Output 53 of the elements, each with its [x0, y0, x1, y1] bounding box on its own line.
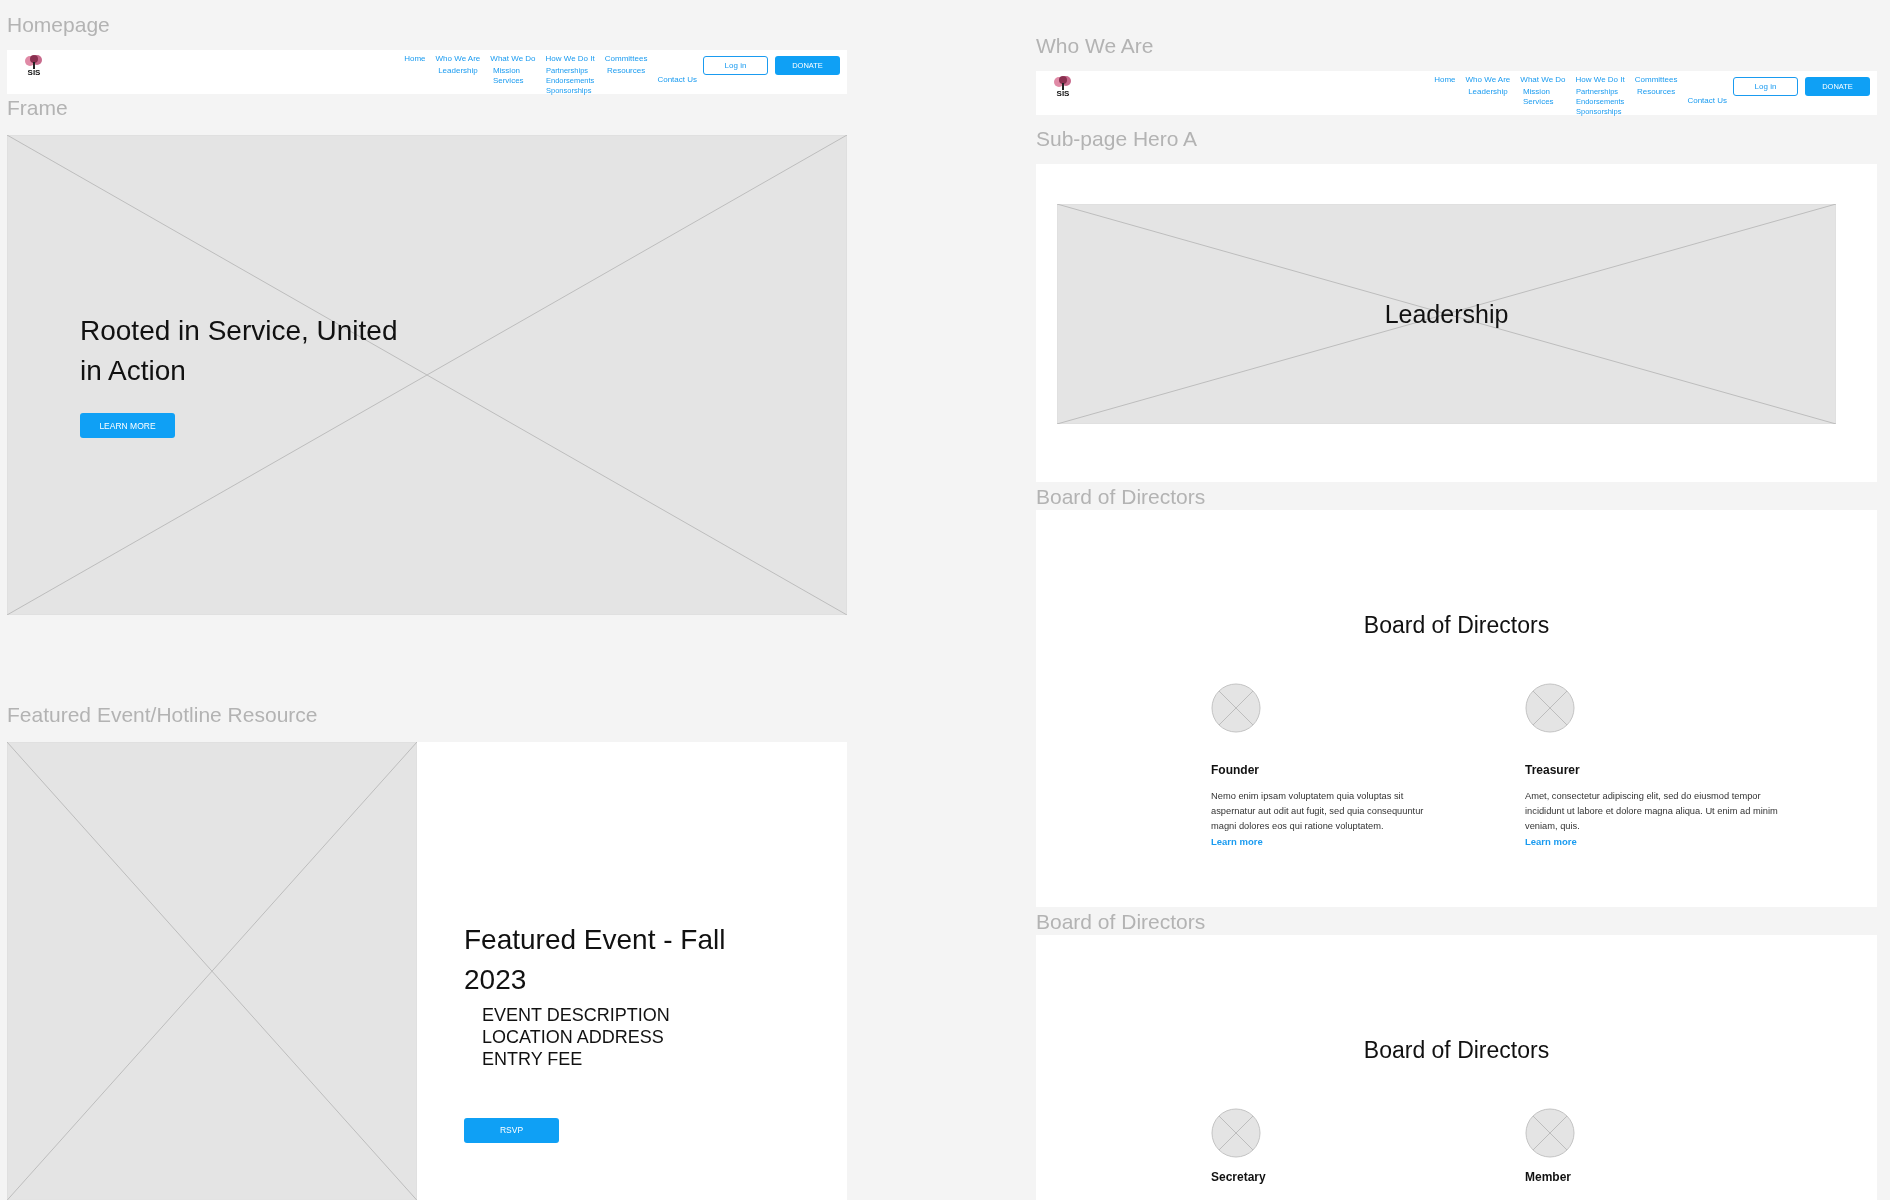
rsvp-button[interactable]: RSVP [464, 1117, 559, 1143]
nav-link[interactable]: How We Do It [545, 54, 595, 63]
learn-more-link[interactable]: Learn more [1211, 836, 1263, 847]
frame-label: Homepage [7, 12, 111, 38]
nav-link[interactable]: Committees [604, 54, 648, 63]
member-role: Treasurer [1525, 763, 1580, 777]
nav-sublink[interactable]: Resources [606, 66, 646, 76]
event-detail: EVENT DESCRIPTION [482, 1003, 671, 1026]
tree-logo-icon [23, 55, 45, 69]
nav-link[interactable]: Who We Are [1465, 75, 1511, 84]
frame-label: Board of Directors [1036, 909, 1207, 935]
logo-text: SIS [1056, 90, 1070, 98]
nav-sublink[interactable]: Mission Services [1522, 87, 1563, 107]
nav-sublink[interactable]: Leadership [1468, 87, 1508, 97]
login-button[interactable]: Log in [1733, 77, 1798, 96]
hero-heading: Leadership [1384, 299, 1509, 329]
section-heading: Board of Directors [1362, 612, 1551, 639]
nav-link[interactable]: Home [404, 54, 426, 63]
event-detail: LOCATION ADDRESS [482, 1025, 665, 1048]
member-bio: Nemo enim ipsam voluptatem quia voluptas sit aspernatur aut odit aut fugit, sed quia consequuntur magni dolores eos qui ratione voluptatem. [1211, 790, 1425, 833]
member-role: Secretary [1211, 1170, 1266, 1184]
frame-label: Featured Event/Hotline Resource [7, 702, 319, 728]
event-detail: ENTRY FEE [482, 1047, 584, 1070]
frame-label: Who We Are [1036, 33, 1155, 59]
nav-link[interactable]: How We Do It [1575, 75, 1625, 84]
frame-label: Sub-page Hero A [1036, 126, 1199, 152]
frame-label: Board of Directors [1036, 484, 1207, 510]
nav-link[interactable]: Committees [1634, 75, 1678, 84]
learn-more-link[interactable]: Learn more [1525, 836, 1577, 847]
avatar-placeholder [1211, 683, 1261, 733]
nav-link[interactable]: Who We Are [435, 54, 481, 63]
logo-text: SIS [27, 69, 41, 77]
nav-sublink[interactable]: Mission Services [492, 66, 533, 86]
nav-sublink[interactable]: Resources [1636, 87, 1676, 97]
nav-link[interactable]: What We Do [490, 54, 536, 63]
tree-logo-icon [1052, 76, 1074, 90]
learn-more-button[interactable]: LEARN MORE [80, 413, 175, 438]
nav-link[interactable]: Contact Us [657, 74, 697, 84]
nav-link[interactable]: What We Do [1520, 75, 1566, 84]
member-role: Founder [1211, 763, 1259, 777]
frame-label: Frame [7, 95, 69, 121]
section-heading: Board of Directors [1362, 1037, 1551, 1064]
login-button[interactable]: Log in [703, 56, 768, 75]
member-bio: Amet, consectetur adipiscing elit, sed do eiusmod tempor incididunt ut labore et dolore magna aliqua. Ut enim ad minim veniam, quis. [1525, 790, 1779, 833]
event-heading: Featured Event - Fall 2023 [464, 922, 727, 997]
member-role: Member [1525, 1170, 1571, 1184]
avatar-placeholder [1211, 1108, 1261, 1158]
avatar-placeholder [1525, 683, 1575, 733]
hero-heading: Rooted in Service, United in Action [80, 314, 399, 388]
nav-link[interactable]: Home [1434, 75, 1456, 84]
avatar-placeholder [1525, 1108, 1575, 1158]
nav-link[interactable]: Contact Us [1687, 95, 1727, 105]
nav-sublink[interactable]: Leadership [438, 66, 478, 76]
